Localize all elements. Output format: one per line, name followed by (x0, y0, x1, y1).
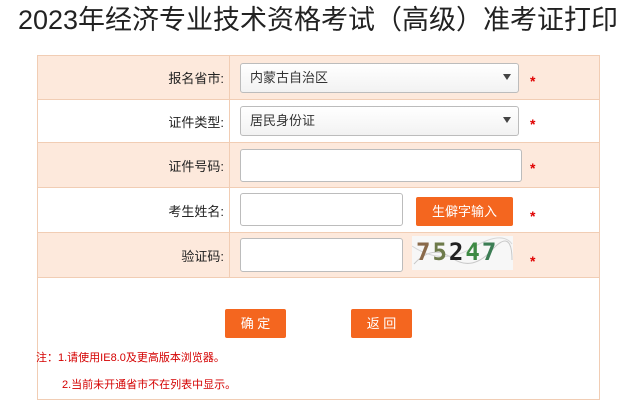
captcha-char: 7 (416, 238, 433, 266)
name-label: 考生姓名: (38, 188, 230, 232)
id-type-select[interactable]: 居民身份证 (240, 106, 519, 136)
captcha-char: 4 (465, 238, 482, 266)
note-line-2: 2.当前未开通省市不在列表中显示。 (62, 379, 237, 391)
page-title: 2023年经济专业技术资格考试（高级）准考证打印 (17, 5, 619, 35)
id-number-input[interactable] (240, 149, 522, 182)
chevron-down-icon (503, 74, 511, 80)
note-line-1: 注：1.请使用IE8.0及更高版本浏览器。 (36, 352, 225, 364)
captcha-text: 75247 (416, 238, 498, 266)
back-button[interactable]: 返 回 (351, 309, 412, 338)
id-type-row: 证件类型: 居民身份证 * (38, 100, 599, 143)
captcha-char: 2 (448, 238, 466, 266)
province-row: 报名省市: 内蒙古自治区 * (38, 56, 599, 100)
captcha-row: 验证码: 75247 * (38, 233, 599, 278)
required-mark: * (530, 208, 536, 224)
province-label: 报名省市: (38, 56, 230, 99)
captcha-char: 5 (432, 238, 449, 266)
name-input[interactable] (240, 193, 403, 226)
ticket-print-form: 报名省市: 内蒙古自治区 * 证件类型: 居民身份证 * 证件号码: * 考生姓… (36, 55, 600, 400)
province-selected-value: 内蒙古自治区 (250, 70, 329, 85)
id-type-label: 证件类型: (38, 100, 230, 142)
captcha-image[interactable]: 75247 (412, 236, 513, 270)
name-row: 考生姓名: 生僻字输入 * (38, 188, 599, 233)
chevron-down-icon (503, 117, 511, 123)
id-type-selected-value: 居民身份证 (250, 113, 316, 128)
required-mark: * (530, 73, 536, 89)
required-mark: * (530, 116, 536, 132)
confirm-button[interactable]: 确 定 (225, 309, 286, 338)
id-number-row: 证件号码: * (38, 143, 599, 188)
id-number-label: 证件号码: (38, 143, 230, 187)
required-mark: * (530, 253, 536, 269)
captcha-label: 验证码: (38, 233, 230, 277)
captcha-input[interactable] (240, 238, 403, 272)
rare-char-input-button[interactable]: 生僻字输入 (416, 197, 513, 226)
captcha-char: 7 (481, 238, 499, 266)
province-select[interactable]: 内蒙古自治区 (240, 63, 519, 93)
required-mark: * (530, 160, 536, 176)
